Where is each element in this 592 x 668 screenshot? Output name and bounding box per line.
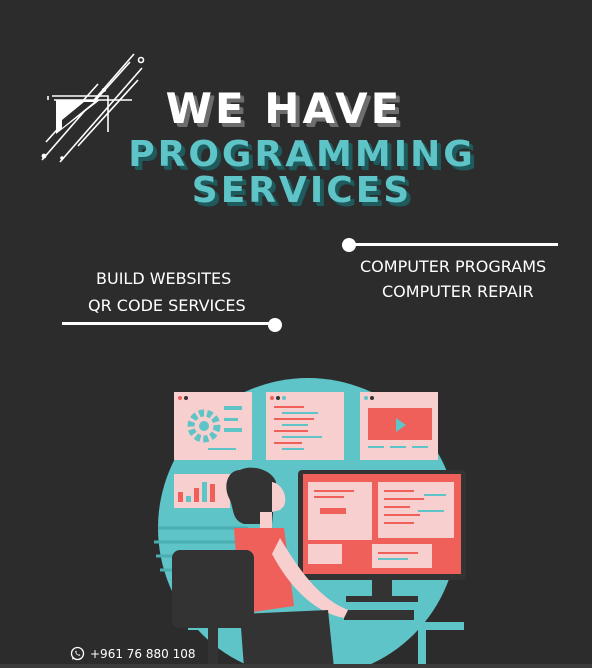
gear-panel	[174, 392, 252, 460]
service-computer-programs: COMPUTER PROGRAMS	[360, 257, 547, 276]
service-qr-code: QR CODE SERVICES	[88, 296, 246, 315]
contact-info: +961 76 880 108	[70, 646, 195, 661]
whatsapp-icon	[70, 646, 85, 661]
headline-services: SERVICES	[191, 170, 413, 211]
divider-dot-left	[268, 318, 282, 332]
phone-number: +961 76 880 108	[90, 646, 196, 661]
divider-line-left	[62, 322, 274, 325]
code-panel	[266, 392, 344, 460]
divider-line-right	[350, 243, 558, 246]
bottom-edge	[0, 664, 592, 668]
headline-programming: PROGRAMMING	[128, 134, 476, 175]
developer-illustration	[154, 378, 466, 668]
service-build-websites: BUILD WEBSITES	[96, 269, 232, 288]
bar-chart-panel	[174, 474, 230, 508]
headline-we-have: WE HAVE	[165, 84, 403, 133]
service-computer-repair: COMPUTER REPAIR	[382, 282, 534, 301]
poster: WE HAVE PROGRAMMING SERVICES COMPUTER PR…	[0, 0, 592, 668]
video-panel	[360, 392, 438, 460]
